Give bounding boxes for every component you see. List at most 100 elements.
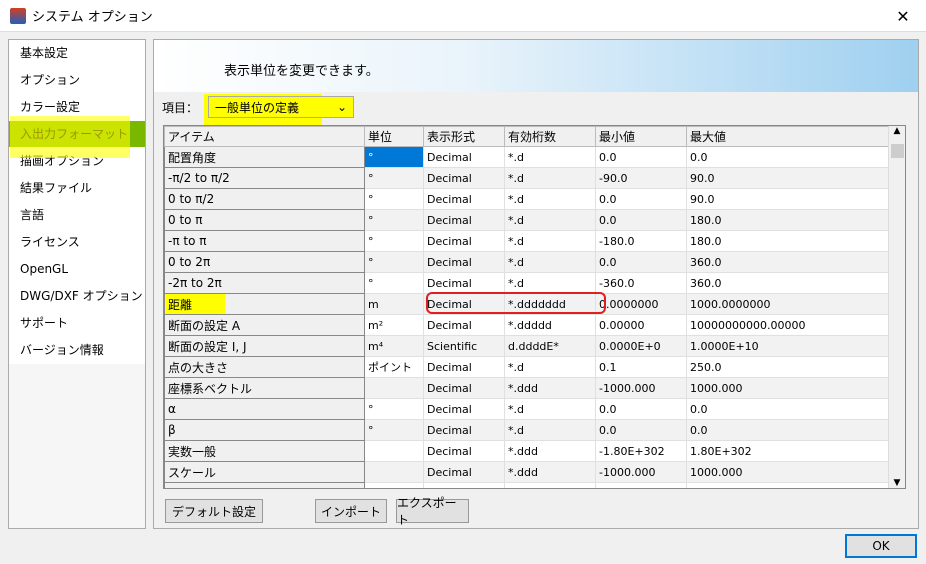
column-header[interactable]: アイテム bbox=[164, 126, 365, 147]
table-cell[interactable]: *.d bbox=[504, 356, 596, 378]
table-cell[interactable]: ° bbox=[364, 419, 424, 441]
table-cell[interactable]: *.ddd bbox=[504, 482, 596, 488]
table-cell[interactable]: 10000.000 bbox=[686, 482, 890, 488]
table-cell[interactable]: Decimal bbox=[423, 251, 505, 273]
table-row[interactable]: -2π to 2π ° Decimal *.d -360.0 360.0 bbox=[164, 272, 890, 294]
table-cell[interactable]: Decimal bbox=[423, 377, 505, 399]
table-row[interactable]: α ° Decimal *.d 0.0 0.0 bbox=[164, 398, 890, 420]
table-cell[interactable]: 0.0 bbox=[595, 209, 687, 231]
table-cell[interactable]: 1.80E+302 bbox=[686, 440, 890, 462]
table-cell[interactable]: Decimal bbox=[423, 209, 505, 231]
table-cell[interactable]: *.ddd bbox=[504, 377, 596, 399]
table-cell[interactable]: ° bbox=[364, 209, 424, 231]
table-row[interactable]: 0 to 2π ° Decimal *.d 0.0 360.0 bbox=[164, 251, 890, 273]
table-cell[interactable]: ° bbox=[364, 272, 424, 294]
table-cell[interactable]: 0.1 bbox=[595, 356, 687, 378]
table-cell[interactable]: *.d bbox=[504, 209, 596, 231]
table-cell[interactable]: 1000.0000000 bbox=[686, 293, 890, 315]
table-row[interactable]: β ° Decimal *.d 0.0 0.0 bbox=[164, 419, 890, 441]
table-cell[interactable]: 0.0 bbox=[686, 398, 890, 420]
table-cell[interactable]: 0.0 bbox=[595, 146, 687, 168]
table-row[interactable]: 0 to π/2 ° Decimal *.d 0.0 90.0 bbox=[164, 188, 890, 210]
scroll-down-icon[interactable]: ▼ bbox=[889, 478, 905, 488]
table-cell[interactable]: Decimal bbox=[423, 356, 505, 378]
table-row[interactable]: -π/2 to π/2 ° Decimal *.d -90.0 90.0 bbox=[164, 167, 890, 189]
table-cell[interactable]: 360.0 bbox=[686, 272, 890, 294]
table-cell[interactable]: Decimal bbox=[423, 440, 505, 462]
column-header[interactable]: 表示形式 bbox=[423, 126, 505, 147]
table-cell[interactable]: -10000.000 bbox=[595, 482, 687, 488]
table-cell[interactable]: *.d bbox=[504, 251, 596, 273]
table-cell[interactable] bbox=[364, 461, 424, 483]
table-cell[interactable]: *.ddddd bbox=[504, 314, 596, 336]
export-button[interactable]: エクスポート bbox=[396, 496, 469, 527]
table-cell[interactable]: Decimal bbox=[423, 398, 505, 420]
table-cell[interactable]: 0.0 bbox=[686, 146, 890, 168]
table-cell[interactable]: m² bbox=[364, 314, 424, 336]
table-cell[interactable]: Decimal bbox=[423, 188, 505, 210]
table-cell[interactable]: ° bbox=[364, 251, 424, 273]
table-cell[interactable]: *.d bbox=[504, 167, 596, 189]
units-grid[interactable]: アイテム 単位 表示形式 有効桁数 最小値 最大値 配置角度 ° Decimal *.d 0.0 0… bbox=[163, 125, 906, 489]
close-button[interactable]: ✕ bbox=[880, 0, 926, 32]
table-cell[interactable]: -1.80E+302 bbox=[595, 440, 687, 462]
column-header[interactable]: 単位 bbox=[364, 126, 424, 147]
table-cell[interactable]: 0.0 bbox=[595, 419, 687, 441]
table-cell[interactable]: ° bbox=[364, 398, 424, 420]
table-cell[interactable]: 1.0000E+10 bbox=[686, 335, 890, 357]
table-cell[interactable]: 250.0 bbox=[686, 356, 890, 378]
table-cell[interactable]: d.ddddE* bbox=[504, 335, 596, 357]
table-cell[interactable]: ° bbox=[364, 188, 424, 210]
table-cell[interactable]: *.d bbox=[504, 188, 596, 210]
table-cell[interactable]: Scientific bbox=[423, 335, 505, 357]
sidebar-item[interactable]: オプション bbox=[9, 67, 145, 94]
table-row[interactable]: オフセットmDecimal*.ddd-10000.00010000.000 bbox=[164, 482, 890, 488]
table-cell[interactable]: *.d bbox=[504, 419, 596, 441]
table-cell[interactable]: Decimal bbox=[423, 419, 505, 441]
table-cell[interactable]: 90.0 bbox=[686, 167, 890, 189]
sidebar-item[interactable]: 結果ファイル bbox=[9, 175, 145, 202]
table-cell[interactable]: ° bbox=[364, 167, 424, 189]
table-cell[interactable]: -1000.000 bbox=[595, 461, 687, 483]
sidebar-item[interactable]: 基本設定 bbox=[9, 40, 145, 67]
scroll-thumb[interactable] bbox=[891, 144, 904, 158]
table-cell[interactable]: 90.0 bbox=[686, 188, 890, 210]
table-cell[interactable]: *.d bbox=[504, 398, 596, 420]
table-cell[interactable]: Decimal bbox=[423, 482, 505, 488]
vertical-scrollbar[interactable]: ▲ ▼ bbox=[888, 126, 905, 488]
table-cell[interactable]: *.ddd bbox=[504, 440, 596, 462]
table-cell[interactable]: 360.0 bbox=[686, 251, 890, 273]
table-cell[interactable]: Decimal bbox=[423, 272, 505, 294]
table-cell[interactable]: 10000000000.00000 bbox=[686, 314, 890, 336]
table-cell[interactable] bbox=[364, 440, 424, 462]
table-cell[interactable]: 0.0 bbox=[595, 188, 687, 210]
table-cell[interactable]: 0.0000E+0 bbox=[595, 335, 687, 357]
table-cell[interactable]: Decimal bbox=[423, 167, 505, 189]
table-row[interactable]: 断面の設定 Am² Decimal *.ddddd 0.00000 1000000000… bbox=[164, 314, 890, 336]
sidebar-item[interactable]: OpenGL bbox=[9, 256, 145, 283]
table-cell[interactable]: 0.0 bbox=[686, 419, 890, 441]
table-cell[interactable]: ° bbox=[364, 146, 424, 168]
import-button[interactable]: インポート bbox=[315, 499, 387, 523]
sidebar-item[interactable]: サポート bbox=[9, 310, 145, 337]
ok-button[interactable]: OK bbox=[845, 534, 917, 558]
default-settings-button[interactable]: デフォルト設定 bbox=[165, 499, 263, 523]
table-cell[interactable]: ° bbox=[364, 230, 424, 252]
table-cell[interactable]: ポイント bbox=[364, 356, 424, 378]
table-row[interactable]: 座標系ベクトル Decimal *.ddd -1000.000 1000.000 bbox=[164, 377, 890, 399]
table-cell[interactable]: *.ddd bbox=[504, 461, 596, 483]
sidebar-item[interactable]: ライセンス bbox=[9, 229, 145, 256]
table-cell[interactable]: -90.0 bbox=[595, 167, 687, 189]
table-cell[interactable]: m bbox=[364, 293, 424, 315]
column-header[interactable]: 最小値 bbox=[595, 126, 687, 147]
table-cell[interactable]: -360.0 bbox=[595, 272, 687, 294]
table-row[interactable]: 断面の設定 I, Jm⁴ Scientific d.ddddE* 0.0000E+0 1… bbox=[164, 335, 890, 357]
table-cell[interactable]: Decimal bbox=[423, 461, 505, 483]
table-cell[interactable]: *.d bbox=[504, 146, 596, 168]
table-cell[interactable]: *.d bbox=[504, 230, 596, 252]
table-cell[interactable]: 180.0 bbox=[686, 230, 890, 252]
table-row[interactable]: 0 to π ° Decimal *.d 0.0 180.0 bbox=[164, 209, 890, 231]
table-cell[interactable]: 1000.000 bbox=[686, 377, 890, 399]
sidebar-item[interactable]: 言語 bbox=[9, 202, 145, 229]
table-cell[interactable]: *.d bbox=[504, 272, 596, 294]
